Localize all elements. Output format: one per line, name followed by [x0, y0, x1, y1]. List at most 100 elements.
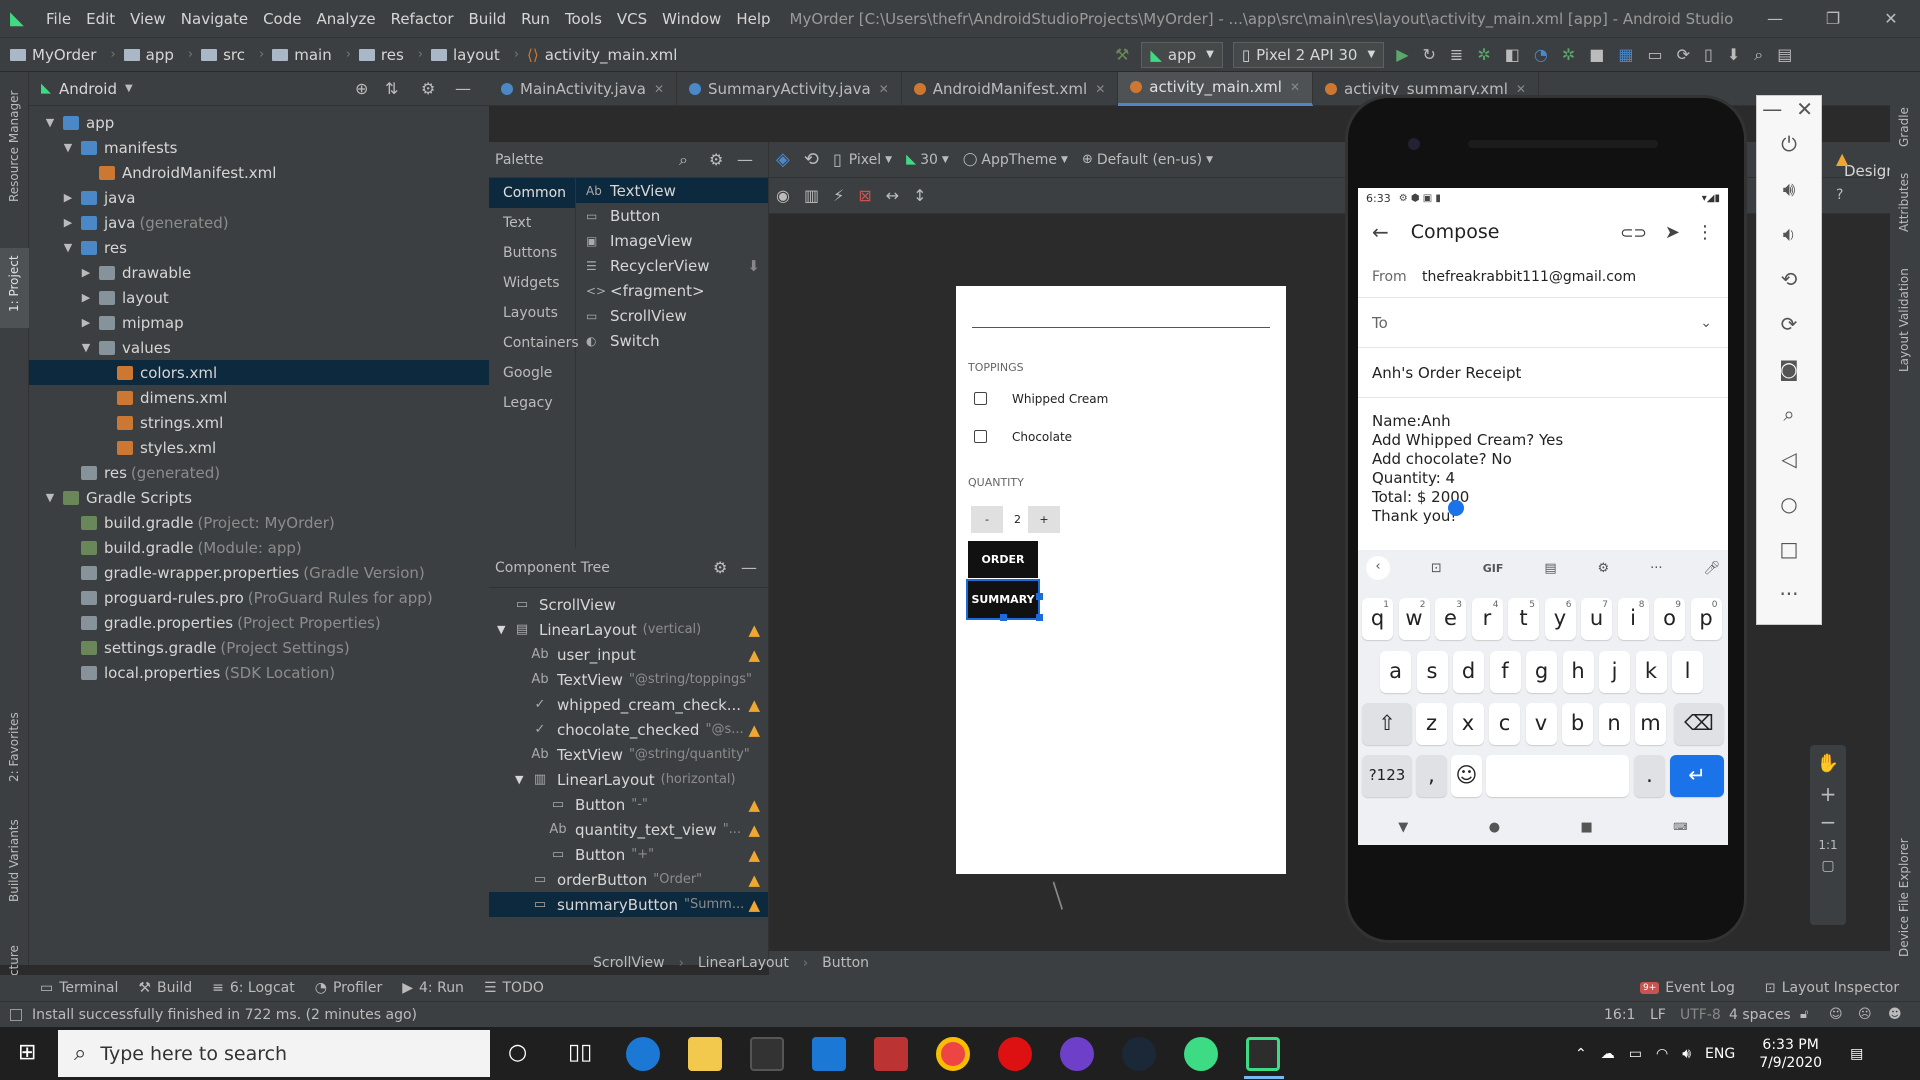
tool-window-6-logcat[interactable]: ≡ 6: Logcat [202, 975, 305, 1001]
to-row[interactable]: To ⌄ [1358, 298, 1728, 348]
project-tree-item[interactable]: gradle.properties (Project Properties) [29, 610, 489, 635]
component-tree-item[interactable]: Ab TextView "@string/toppings" [489, 667, 768, 692]
key-p[interactable]: p0 [1690, 598, 1722, 640]
device-select[interactable]: ▯ Pixel 2 API 30 ▼ [1232, 41, 1385, 68]
sdk-manager-icon[interactable]: ⬇ [1727, 45, 1740, 64]
palette-item[interactable]: <> <fragment> [576, 278, 768, 303]
notifications-icon[interactable]: ☻ [1888, 1007, 1902, 1022]
component-tree-item[interactable]: Ab user_input ▲ [489, 642, 768, 667]
breadcrumb-item[interactable]: main [272, 46, 332, 64]
palette-item[interactable]: Ab TextView [576, 178, 768, 203]
attach-debugger-icon[interactable]: ✲ [1562, 45, 1575, 64]
key-u[interactable]: u7 [1581, 598, 1612, 640]
component-tree-item[interactable]: Ab quantity_text_view "... ▲ [489, 817, 768, 842]
gif-button[interactable]: GIF [1483, 562, 1504, 575]
windows-start-icon[interactable]: ⊞ [18, 1040, 36, 1065]
zoom-out-icon[interactable]: − [1810, 810, 1846, 834]
run-config-select[interactable]: ◣ app ▼ [1141, 41, 1223, 68]
api-select[interactable]: 30 [920, 152, 938, 168]
design-mode-tab[interactable]: Design [1844, 162, 1896, 180]
more-options-icon[interactable]: ⋮ [1696, 222, 1714, 243]
maximize-icon[interactable]: ❐ [1804, 9, 1862, 28]
project-tree-item[interactable]: build.gradle (Project: MyOrder) [29, 510, 489, 535]
layout-validation-tab[interactable]: Layout Validation [1897, 268, 1911, 372]
more-icon[interactable]: ··· [1757, 572, 1821, 617]
palette-category-common[interactable]: Common [489, 178, 575, 208]
key-t[interactable]: t5 [1508, 598, 1539, 640]
key-d[interactable]: d [1453, 651, 1484, 693]
toggle-tool-windows-icon[interactable] [10, 1008, 22, 1021]
chevron-right-icon[interactable]: ▶ [61, 191, 75, 204]
palette-item[interactable]: ▣ ImageView [576, 228, 768, 253]
store-icon[interactable] [750, 1037, 784, 1071]
taskbar-search[interactable]: ⌕ Type here to search [58, 1030, 490, 1077]
more-icon[interactable]: ··· [1650, 561, 1662, 576]
key-c[interactable]: c [1489, 703, 1520, 745]
event-log-tab[interactable]: Event Log [1665, 980, 1735, 996]
tool-window-todo[interactable]: ☰ TODO [474, 975, 554, 1001]
palette-item[interactable]: ◐ Switch [576, 328, 768, 353]
project-tree-item[interactable]: res (generated) [29, 460, 489, 485]
project-tree-item[interactable]: dimens.xml [29, 385, 489, 410]
resize-handle-icon[interactable] [1036, 614, 1043, 621]
key-n[interactable]: n [1598, 703, 1630, 745]
minimize-icon[interactable]: — [1746, 9, 1804, 28]
back-icon[interactable]: ◁ [1757, 437, 1821, 482]
key-f[interactable]: f [1489, 651, 1521, 693]
record-icon[interactable] [998, 1037, 1032, 1071]
email-body[interactable]: Name:Anh Add Whipped Cream? Yes Add chocol… [1358, 398, 1728, 526]
locale-select[interactable]: Default (en-us) [1097, 152, 1202, 168]
menu-item-help[interactable]: Help [736, 10, 770, 28]
menu-item-analyze[interactable]: Analyze [316, 10, 375, 28]
component-tree-item[interactable]: ▭ Button "+" ▲ [489, 842, 768, 867]
theme-select[interactable]: AppTheme [981, 152, 1057, 168]
order-button[interactable]: ORDER [968, 541, 1038, 578]
hide-panel-icon[interactable]: — [737, 150, 753, 169]
key-i[interactable]: i8 [1617, 598, 1649, 640]
zoom-actual-icon[interactable]: 1:1 [1810, 838, 1846, 852]
overview-icon[interactable]: □ [1757, 527, 1821, 572]
project-tree-item[interactable]: ▼ Gradle Scripts [29, 485, 489, 510]
collapse-all-icon[interactable]: ⇅ [385, 79, 398, 98]
component-tree-item[interactable]: ▼ ▤ LinearLayout (vertical) ▲ [489, 617, 768, 642]
coverage-icon[interactable]: ◧ [1505, 45, 1520, 64]
project-tree-item[interactable]: proguard-rules.pro (ProGuard Rules for ap… [29, 585, 489, 610]
gradle-tab[interactable]: Gradle [1897, 107, 1911, 147]
chevron-right-icon[interactable]: ▶ [61, 216, 75, 229]
emulator-icon[interactable] [1246, 1037, 1280, 1071]
project-tree-item[interactable]: styles.xml [29, 435, 489, 460]
project-tree-item[interactable]: colors.xml [29, 360, 489, 385]
chevron-right-icon[interactable]: ▶ [79, 316, 93, 329]
component-tree-item[interactable]: ▭ ScrollView [489, 592, 768, 617]
key-g[interactable]: g [1526, 651, 1557, 693]
device-select[interactable]: Pixel [849, 152, 881, 168]
component-tree-item[interactable]: ▭ Button "-" ▲ [489, 792, 768, 817]
clear-constraints-icon[interactable]: ⊠ [858, 186, 871, 205]
key-w[interactable]: w2 [1398, 598, 1430, 640]
key-a[interactable]: a [1380, 651, 1411, 693]
palette-category-widgets[interactable]: Widgets [489, 268, 575, 298]
mail-icon[interactable] [812, 1037, 846, 1071]
rotate-left-icon[interactable]: ⟲ [1757, 257, 1821, 302]
palette-item[interactable]: ▭ ScrollView [576, 303, 768, 328]
minus-button[interactable]: - [971, 506, 1003, 533]
project-tree-item[interactable]: settings.gradle (Project Settings) [29, 635, 489, 660]
warning-icon[interactable]: ▲ [748, 721, 760, 739]
vertical-resize-icon[interactable]: ↕ [913, 186, 926, 205]
enter-key[interactable]: ↵ [1670, 755, 1724, 797]
key-l[interactable]: l [1672, 651, 1703, 693]
tool-window-profiler[interactable]: ◔ Profiler [305, 975, 393, 1001]
device-file-explorer-tab[interactable]: Device File Explorer [1897, 838, 1911, 957]
warning-icon[interactable]: ▲ [748, 871, 760, 889]
component-tree-item[interactable]: ▭ orderButton "Order" ▲ [489, 867, 768, 892]
component-tree-item[interactable]: ▭ summaryButton "Summ... ▲ [489, 892, 768, 917]
nav-back-icon[interactable]: ▼ [1398, 820, 1408, 835]
emoji-key[interactable]: ☺ [1451, 755, 1482, 797]
key-o[interactable]: o9 [1654, 598, 1685, 640]
comma-key[interactable]: , [1416, 755, 1447, 797]
menu-item-code[interactable]: Code [263, 10, 301, 28]
component-tree-item[interactable]: ✓ whipped_cream_check... ▲ [489, 692, 768, 717]
avd-manager-icon[interactable]: ▭ [1647, 45, 1662, 64]
menu-item-window[interactable]: Window [662, 10, 721, 28]
summary-button[interactable]: SUMMARY [966, 579, 1040, 620]
